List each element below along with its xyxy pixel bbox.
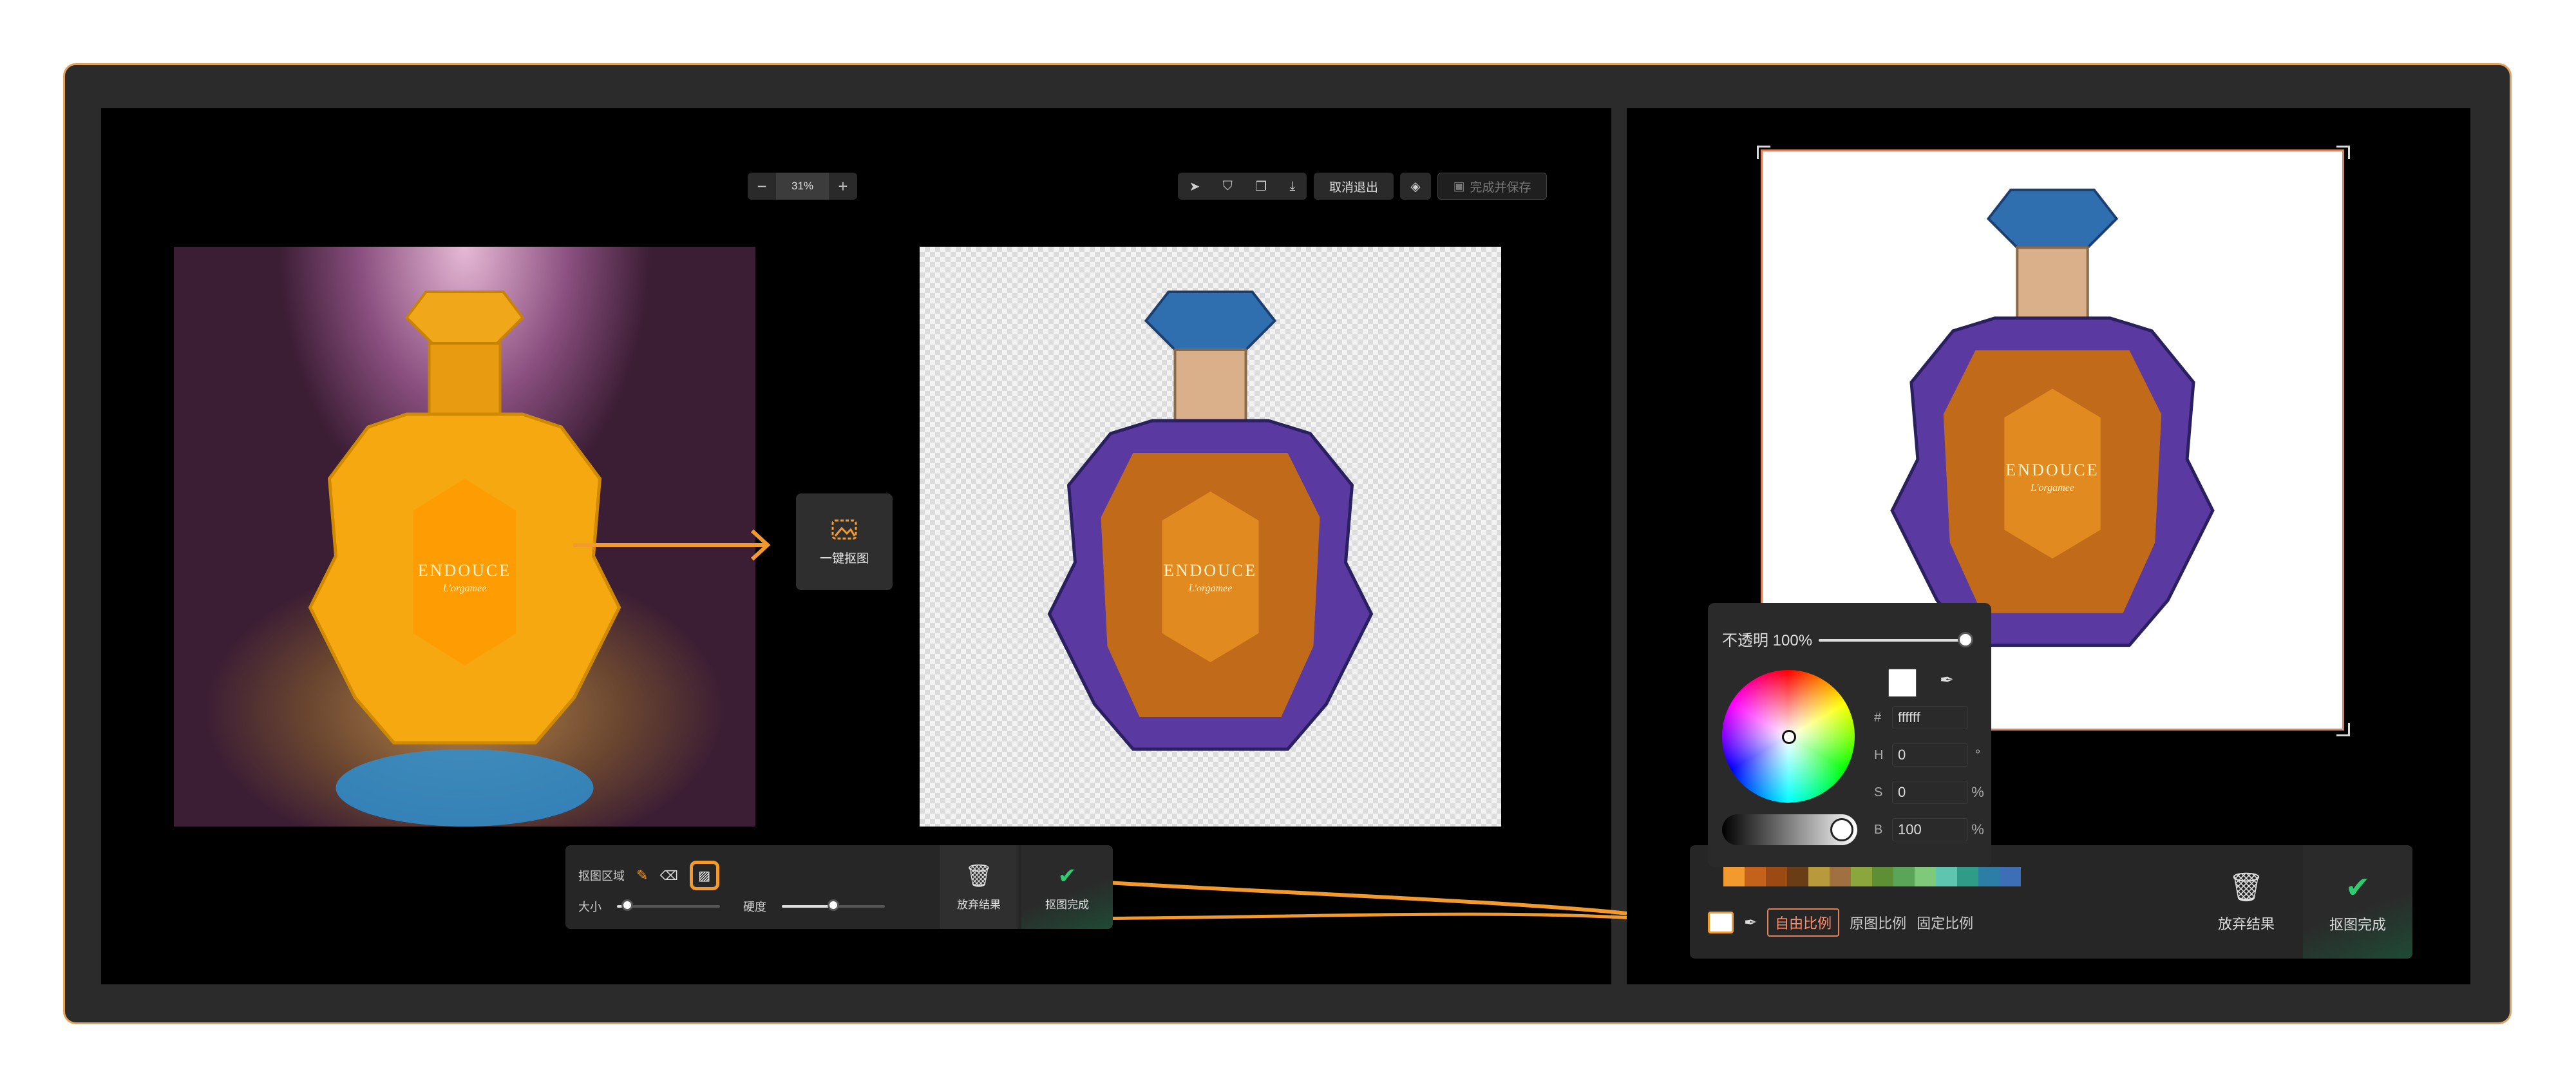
color-swatch-4[interactable] [1787,867,1808,886]
current-color-swatch[interactable] [1708,912,1734,933]
saturation-key: S [1874,785,1883,799]
color-swatch-8[interactable] [1872,867,1893,886]
brightness-key: B [1874,822,1883,837]
cutout-done-button[interactable]: ✔ 抠图完成 [1021,845,1113,929]
color-swatch-13[interactable] [1978,867,2000,886]
opacity-label: 不透明 100% [1722,632,1813,649]
color-swatch-5[interactable] [1808,867,1830,886]
eraser-icon[interactable]: ⌫ [659,868,677,884]
cutout-area-row: 抠图区域 ✎ ⌫ ▨ [578,861,719,890]
brightness-input[interactable]: 100 [1892,818,1968,841]
selected-color-preview [1888,669,1917,697]
cutout-image: ENDOUCE L'orgamee [920,247,1501,827]
hex-field-row: # ffffff [1874,706,1968,729]
color-wheel-pointer[interactable] [1782,730,1796,744]
saturation-input[interactable]: 0 [1892,781,1968,804]
crop-handle-bottom-right[interactable] [2336,723,2350,736]
hex-key: # [1874,710,1882,725]
color-swatch-10[interactable] [1915,867,1936,886]
checkmark-icon: ✔ [2345,870,2371,904]
trash-icon: 🗑 [965,863,993,888]
cutout-done-button-right[interactable]: ✔ 抠图完成 [2303,845,2412,959]
size-label: 大小 [578,901,601,913]
saturation-unit: % [1971,784,1984,800]
opacity-slider[interactable] [1819,632,1973,647]
product-subtitle-result: L'orgamee [2031,483,2074,493]
color-picker-popup: 不透明 100% ✒ # ffffff H 0 ° S 0 % B 100 % [1708,603,1991,867]
hue-unit: ° [1975,747,1981,763]
discard-result-label: 放弃结果 [957,898,1001,911]
color-swatches [1723,867,2021,886]
color-swatch-9[interactable] [1893,867,1915,886]
saturation-field-row: S 0 % [1874,781,1987,804]
product-brand-result: ENDOUCE [2005,461,2099,479]
brightness-slider[interactable] [1722,814,1857,845]
discard-result-button-right[interactable]: 🗑 放弃结果 [2193,845,2299,959]
product-subtitle-cutout: L'orgamee [1188,583,1233,594]
hue-input[interactable]: 0 [1892,743,1968,767]
one-click-cutout-button[interactable]: 一键抠图 [796,493,893,590]
color-wheel[interactable] [1722,670,1855,803]
cutout-tools-bar: 抠图区域 ✎ ⌫ ▨ 大小 硬度 🗑 放弃结果 ✔ 抠图完成 [565,845,1113,929]
bottle-graphic-cutout [1047,291,1374,751]
hardness-label: 硬度 [743,901,766,913]
color-swatch-6[interactable] [1830,867,1851,886]
crop-handle-top-right[interactable] [2336,146,2350,159]
size-slider[interactable] [617,899,720,911]
hex-input[interactable]: ffffff [1892,706,1968,729]
brightness-unit: % [1971,821,1984,837]
color-swatch-2[interactable] [1745,867,1766,886]
discard-result-button[interactable]: 🗑 放弃结果 [940,845,1018,929]
cutout-done-label: 抠图完成 [1045,898,1089,911]
hue-field-row: H 0 ° [1874,743,1987,767]
brightness-knob[interactable] [1830,818,1853,841]
cutout-done-label-right: 抠图完成 [2329,917,2386,933]
ratio-free-button[interactable]: 自由比例 [1767,908,1840,937]
trash-icon: 🗑 [2228,872,2264,903]
color-swatch-3[interactable] [1766,867,1787,886]
image-cutout-icon [831,519,857,539]
ratio-fixed-button[interactable]: 固定比例 [1917,912,1973,933]
eyedropper-icon[interactable]: ✒ [1744,913,1757,932]
ratio-row: ✒ 自由比例 原图比例 固定比例 [1708,908,1973,937]
crop-handle-top-left[interactable] [1757,146,1770,159]
brush-icon[interactable]: ✎ [636,867,648,884]
cutout-area-label: 抠图区域 [578,870,625,883]
checkmark-icon: ✔ [1057,863,1077,888]
color-swatch-12[interactable] [1957,867,1978,886]
color-swatch-1[interactable] [1723,867,1745,886]
brush-settings-row: 大小 硬度 [578,898,885,915]
color-swatch-7[interactable] [1851,867,1872,886]
product-brand-cutout: ENDOUCE [1163,561,1258,580]
hardness-slider[interactable] [782,899,885,911]
color-swatch-14[interactable] [2000,867,2021,886]
ratio-original-button[interactable]: 原图比例 [1850,912,1906,933]
discard-result-label-right: 放弃结果 [2217,916,2275,932]
brightness-field-row: B 100 % [1874,818,1987,841]
eyedropper-icon[interactable]: ✒ [1940,670,1954,690]
invert-selection-icon[interactable]: ▨ [689,861,719,890]
one-click-cutout-label: 一键抠图 [819,551,869,566]
hue-key: H [1874,747,1884,762]
color-swatch-11[interactable] [1936,867,1957,886]
